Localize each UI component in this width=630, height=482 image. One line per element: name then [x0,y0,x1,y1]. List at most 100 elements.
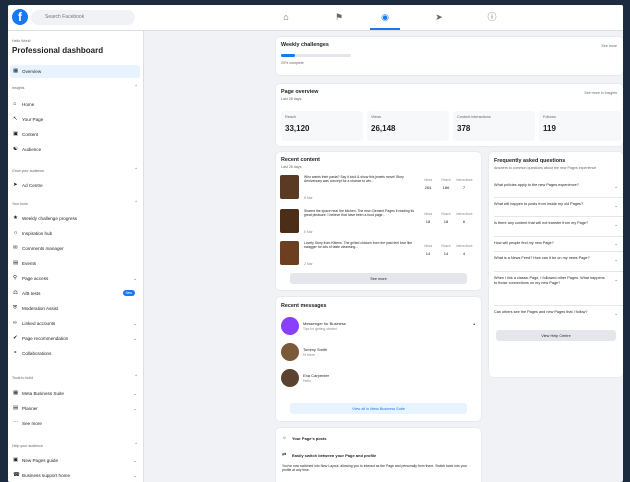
sidebar-item-page-access[interactable]: ⚲ Page access ⌄ [10,272,140,285]
content-row[interactable]: Shared the space near the kitchen. The n… [280,208,476,236]
sidebar-item-events[interactable]: ▤ Events [10,257,140,270]
message-row[interactable]: Messenger for Business Tips for getting … [276,314,481,338]
sidebar-section-label: Grow your audience [12,169,45,173]
sidebar-eyebrow: Hello World [12,39,31,43]
home-icon: ⌂ [13,101,17,107]
post-thumbnail [280,241,299,265]
sidebar-section-label: Your tools [12,202,28,206]
faq-item[interactable]: How will people find my new Page? [494,241,606,246]
weekly-challenges-title: Weekly challenges [281,42,329,48]
see-more-content-button[interactable]: See more [290,273,467,284]
more-options-icon[interactable]: • [473,322,475,328]
chevron-down-icon[interactable]: ⌄ [614,241,618,247]
chevron-up-icon[interactable]: ⌃ [134,200,138,206]
tips-header: Your Page's posts [292,436,327,441]
page-overview-title: Page overview [281,89,319,95]
faq-item[interactable]: What is a News Feed? How can it be on my… [494,256,606,261]
weekly-progress-label: 20% complete [281,61,304,65]
sidebar-item-page-recommendation[interactable]: ✔ Page recommendation ⌄ [10,332,140,345]
chevron-up-icon[interactable]: ⌃ [134,374,138,380]
weekly-see-more-link[interactable]: See more [601,44,617,48]
search-input[interactable] [31,10,135,25]
switch-icon: ⇄ [282,452,287,458]
sidebar-item-overview[interactable]: ▦ Overview [10,65,140,78]
recent-content-range: Last 28 days [281,165,302,169]
post-views: 14 [425,251,431,256]
megaphone-icon[interactable]: ➤ [433,11,445,23]
sidebar-item-comments[interactable]: ✉ Comments manager [10,242,140,255]
sidebar-item-content[interactable]: ▣ Content [10,128,140,141]
content-icon: ▣ [13,131,19,137]
chevron-up-icon[interactable]: ⌃ [134,84,138,90]
sidebar-item-ad-centre[interactable]: ➤ Ad Centre [10,179,140,192]
sidebar-item-weekly-challenge[interactable]: ★ Weekly challenge progress [10,212,140,225]
message-row[interactable]: Ena Carpenter Hello [276,366,481,390]
flask-icon: ⚖ [13,290,18,296]
chevron-down-icon: ⌄ [133,473,137,478]
chevron-down-icon: ⌄ [133,321,137,326]
sidebar-item-see-more[interactable]: ⋯ See more [10,417,140,430]
view-help-centre-button[interactable]: View Help Centre [496,330,616,341]
dashboard-icon[interactable]: ◉ [379,11,391,23]
faq-item[interactable]: Is there any content that will not trans… [494,221,606,226]
faq-item[interactable]: When I link a classic Page, I followed o… [494,276,606,285]
sidebar-item-linked-accounts[interactable]: ∞ Linked accounts ⌄ [10,317,140,330]
sidebar-item-collaborations[interactable]: ⚬ Collaborations [10,347,140,360]
sidebar-item-home[interactable]: ⌂ Home [10,98,140,111]
sidebar-item-planner[interactable]: ▤ Planner ⌄ [10,402,140,415]
help-icon[interactable]: ⓘ [486,11,498,23]
chevron-down-icon: ⌄ [133,276,137,281]
chevron-up-icon[interactable]: ⌃ [134,442,138,448]
metric-header: Interactions [456,212,473,216]
stat-reach[interactable]: Reach 33,120 [281,111,363,141]
message-row[interactable]: Tommy Smith Hi there [276,340,481,364]
sidebar-item-business-support[interactable]: ☎ Business support home ⌄ [10,469,140,482]
link-icon: ∞ [13,320,17,326]
pages-icon[interactable]: ⚑ [333,11,345,23]
chevron-down-icon[interactable]: ⌄ [614,222,618,228]
facebook-logo[interactable]: f [12,9,28,25]
see-more-insights-link[interactable]: See more in Insights [584,91,617,95]
stat-content-interactions[interactable]: Content interactions 378 [453,111,535,141]
post-date: 8 Mar [304,196,313,200]
sidebar-item-moderation[interactable]: ⛨ Moderation Assist [10,302,140,315]
weekly-progress-track [281,54,351,57]
content-row[interactable]: Who wants their pasta? Say it loud & sho… [280,174,476,202]
tips-body: You've now switched into New Layout, all… [282,464,468,473]
faq-item[interactable]: What policies apply to the new Pages exp… [494,183,606,188]
sidebar-section-label: Help your audience [12,444,43,448]
metric-header: Views [423,212,433,216]
shield-icon: ⛨ [13,305,18,311]
faq-item[interactable]: Can others see the Pages and new Pages t… [494,310,606,315]
sidebar-item-new-pages-guide[interactable]: ▣ New Pages guide ⌄ [10,454,140,467]
divider [494,216,623,217]
content-row[interactable]: Lovely Story from Kittens. The grilled c… [280,240,476,268]
chevron-down-icon[interactable]: ⌄ [614,277,618,283]
post-reach: 186 [442,185,450,190]
chevron-down-icon[interactable]: ⌄ [614,257,618,263]
sidebar-item-ab-tests[interactable]: ⚖ A/B tests New [10,287,140,300]
view-all-messages-button[interactable]: View all in Meta Business Suite [290,403,467,414]
stat-follows[interactable]: Follows 119 [539,111,621,141]
support-icon: ☎ [13,472,20,478]
sidebar-item-meta-business-suite[interactable]: ▦ Meta Business Suite ⌄ [10,387,140,400]
sidebar-item-inspiration[interactable]: ☼ Inspiration hub [10,227,140,240]
sidebar-section-label: Insights [12,86,25,90]
chevron-down-icon[interactable]: ⌄ [614,203,618,209]
sidebar-item-your-page[interactable]: ↖ Your Page [10,113,140,126]
post-caption: Who wants their pasta? Say it loud & sho… [304,175,404,184]
chevron-down-icon[interactable]: ⌄ [614,184,618,190]
chevron-up-icon[interactable]: ⌃ [134,167,138,173]
divider [494,251,623,252]
chevron-down-icon[interactable]: ⌄ [614,311,618,317]
metric-header: Views [423,178,433,182]
chevron-down-icon: ⌄ [133,406,137,411]
sidebar-item-audience[interactable]: ☯ Audience [10,143,140,156]
metric-header: Interactions [456,178,473,182]
post-interactions: 4 [462,251,466,256]
page-tips-card: ☼ Your Page's posts ⇄ Easily switch betw… [276,428,481,482]
stat-views[interactable]: Views 26,148 [367,111,449,141]
home-icon[interactable]: ⌂ [280,11,292,23]
bulb-icon: ☼ [282,435,287,441]
faq-item[interactable]: What will happen to posts from inside my… [494,202,606,207]
